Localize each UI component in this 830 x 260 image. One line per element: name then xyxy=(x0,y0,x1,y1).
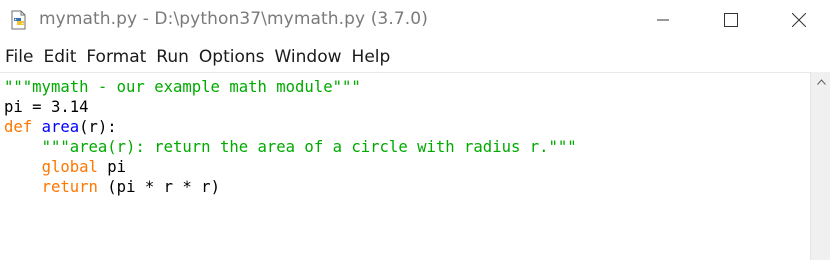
menu-run[interactable]: Run xyxy=(151,44,194,70)
menu-file[interactable]: File xyxy=(0,44,38,70)
scrollbar-track[interactable] xyxy=(813,94,829,258)
code-line[interactable]: global pi xyxy=(4,157,577,177)
definition-token: area xyxy=(41,118,80,136)
menu-edit[interactable]: Edit xyxy=(38,44,81,70)
code-line[interactable]: """area(r): return the area of a circle … xyxy=(4,137,577,157)
code-token: pi = 3.14 xyxy=(4,98,89,116)
code-line[interactable]: return (pi * r * r) xyxy=(4,177,577,197)
idle-editor-window: mymath.py - D:\python37\mymath.py (3.7.0… xyxy=(0,0,830,260)
keyword-token: global xyxy=(41,158,98,176)
close-button[interactable] xyxy=(776,0,822,40)
menu-format[interactable]: Format xyxy=(81,44,151,70)
code-line[interactable]: pi = 3.14 xyxy=(4,97,577,117)
maximize-button[interactable] xyxy=(708,0,754,40)
close-icon xyxy=(792,13,806,27)
window-title: mymath.py - D:\python37\mymath.py (3.7.0… xyxy=(39,9,428,29)
code-line[interactable]: """mymath - our example math module""" xyxy=(4,77,577,97)
title-bar[interactable]: mymath.py - D:\python37\mymath.py (3.7.0… xyxy=(0,0,830,40)
python-file-icon[interactable] xyxy=(9,10,29,30)
minimize-icon xyxy=(657,19,669,21)
menu-window[interactable]: Window xyxy=(270,44,347,70)
code-token: (r): xyxy=(79,118,117,136)
menu-options[interactable]: Options xyxy=(194,44,270,70)
scroll-up-button[interactable] xyxy=(811,72,830,92)
code-line[interactable]: def area(r): xyxy=(4,117,577,137)
code-text[interactable]: """mymath - our example math module""" pi… xyxy=(4,77,577,197)
scroll-up-arrow-icon xyxy=(816,79,826,85)
menu-bar: File Edit Format Run Options Window Help xyxy=(0,44,395,70)
vertical-scrollbar[interactable] xyxy=(810,72,830,260)
menu-help[interactable]: Help xyxy=(347,44,396,70)
code-token: pi xyxy=(97,158,127,176)
code-token: (pi * r * r) xyxy=(97,178,220,196)
keyword-token: def xyxy=(4,118,33,136)
string-token: """area(r): return the area of a circle … xyxy=(41,138,577,156)
string-token: """mymath - our example math module""" xyxy=(4,78,361,96)
code-editor[interactable]: """mymath - our example math module""" pi… xyxy=(0,72,810,260)
maximize-icon xyxy=(724,13,738,27)
keyword-token: return xyxy=(41,178,98,196)
minimize-button[interactable] xyxy=(640,0,686,40)
